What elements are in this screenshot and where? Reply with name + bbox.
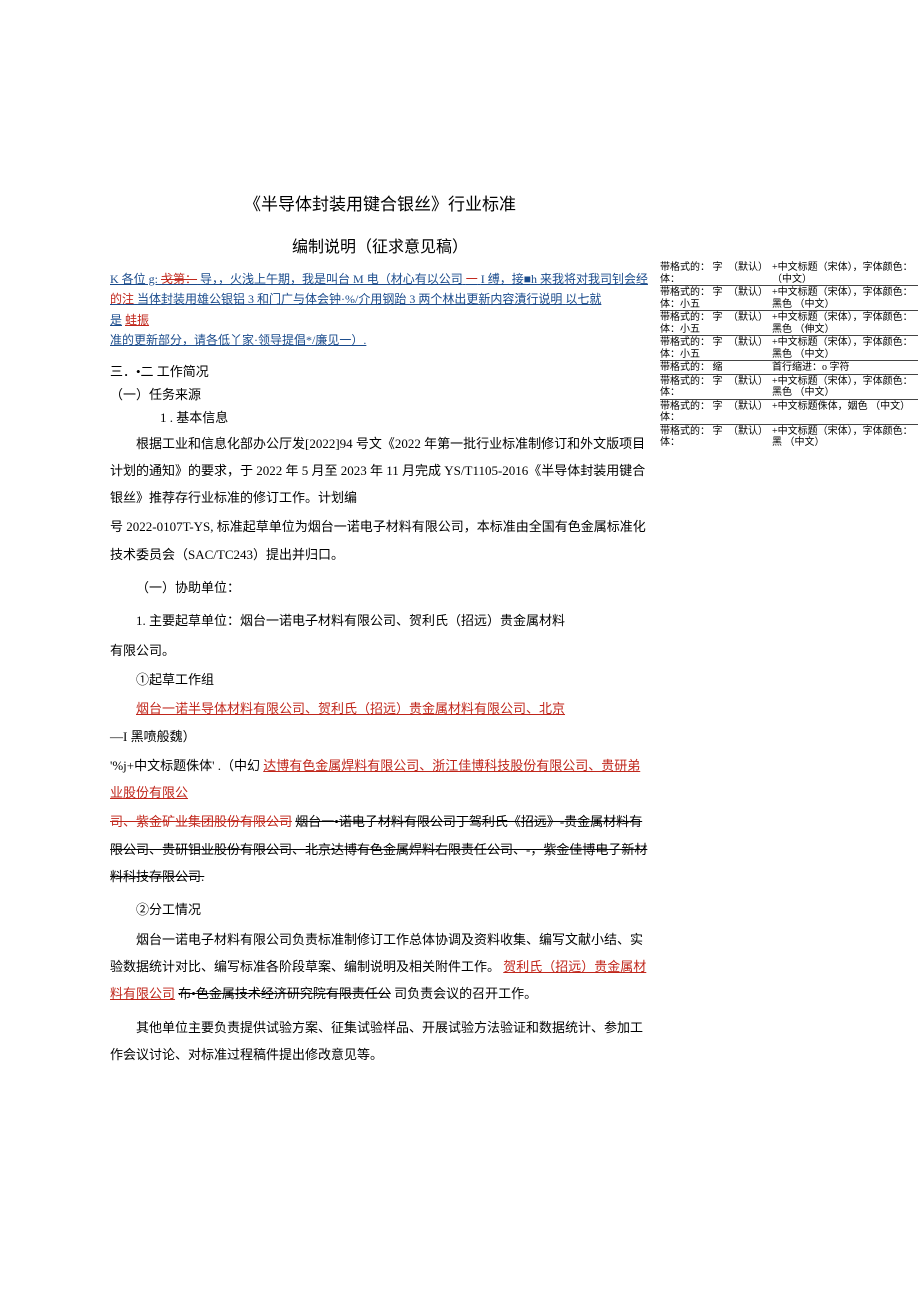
group-tail: —I 黑喷般魏） — [110, 729, 196, 744]
rev-blue: 是 — [110, 313, 122, 327]
comment-row: 带格式的： 字体：小五 （默认） +中文标题（宋体），字体颜色：黑色 （中文） — [660, 335, 918, 360]
comment-label: 带格式的： 字体： — [660, 426, 728, 449]
section-work-overview: 三．•二 工作简况 — [110, 361, 650, 380]
comment-detail: +中文标题（宋体），字体颜色： （中文） — [772, 262, 918, 285]
comment-row: 带格式的： 字体： （默认） +中文标题侏体，姻色 （中文） — [660, 399, 918, 424]
comment-detail: 首行缩进：o 字符 — [772, 362, 918, 374]
group-line-2: '%j+中文标题侏体' .（中幻 达博有色金属焊料有限公司、浙江佳博科技股份有限… — [110, 752, 650, 807]
comment-label: 带格式的： 字体： — [660, 401, 728, 424]
comment-detail: +中文标题（宋体），字体颜色：黑色 （中文） — [772, 337, 918, 360]
rev-line-3: 是 蛙振 — [110, 310, 650, 330]
para-basic-1: 根据工业和信息化部办公厅发[2022]94 号文《2022 年第一批行业标准制修… — [110, 430, 650, 512]
para-basic-2: 号 2022-0107T-YS, 标准起草单位为烟台一诺电子材料有限公司，本标准… — [110, 513, 650, 568]
comment-label: 带格式的： 字体： — [660, 262, 728, 285]
comment-row: 带格式的： 字体： （默认） +中文标题（宋体），字体颜色：黑 （中文） — [660, 424, 918, 449]
para-main-draft-units: 1. 主要起草单位：烟台一诺电子材料有限公司、贺利氏（招远）贵金属材料 — [110, 607, 650, 634]
comment-detail: +中文标题（宋体），字体颜色：黑色 （中文） — [772, 287, 918, 310]
comment-default: （默认） — [728, 337, 772, 360]
sub-task-source: （一）任务来源 — [110, 384, 650, 403]
doc-title-2: 编制说明（征求意见稿） — [110, 233, 650, 257]
comment-default: （默认） — [728, 426, 772, 449]
revision-block: K 各位 g: 戈第： 导，，火浅上午期，我是叫台 M 电（材心有以公司 一 I… — [110, 269, 650, 351]
comment-detail: +中文标题（宋体），字体颜色：黑 （中文） — [772, 426, 918, 449]
comment-label: 带格式的： 字体： — [660, 376, 728, 399]
group-strike-line: 司、紫金矿业集团股份有限公司 烟台一•诺电子材料有限公司丁驾利氏《招远》-贵金属… — [110, 808, 650, 890]
group-line-1: 烟台一诺半导体材料有限公司、贺利氏（招远）贵金属材料有限公司、北京 —I 黑喷般… — [110, 695, 650, 750]
rev-text: 当体封装用雄公银铝 3 和门广与体会钟·%/介用钢跆 3 两个林出更新内容漬行说… — [137, 292, 562, 306]
comment-default: （默认） — [728, 376, 772, 399]
group-pre: '%j+中文标题侏体' .（中幻 — [110, 758, 260, 773]
comment-row: 带格式的： 字体： （默认） +中文标题（宋体），字体颜色：黑色 （中文） — [660, 374, 918, 399]
comment-label: 带格式的： 字体：小五 — [660, 312, 728, 335]
rev-red: 蛙振 — [125, 313, 149, 327]
comment-detail: +中文标题侏体，姻色 （中文） — [772, 401, 918, 424]
comment-default: （默认） — [728, 401, 772, 424]
comment-default: （默认） — [728, 312, 772, 335]
comment-detail: +中文标题（宋体），字体颜色：黑色 （伸文） — [772, 312, 918, 335]
doc-title-1: 《半导体封装用键合银丝》行业标准 — [110, 190, 650, 215]
comment-row: 带格式的： 字体： （默认） +中文标题（宋体），字体颜色： （中文） — [660, 261, 918, 285]
sub-basic-info: 1 . 基本信息 — [110, 407, 650, 426]
rev-line-4: 准的更新部分，请各低丫家·领导提倡*/廉见一）. — [110, 330, 650, 350]
comment-default: （默认） — [728, 287, 772, 310]
para-div-2: 其他单位主要负责提供试验方案、征集试验样品、开展试验方法验证和数据统计、参加工作… — [110, 1014, 650, 1069]
rev-line-2: 的注 当体封装用雄公银铝 3 和门广与体会钟·%/介用钢跆 3 两个林出更新内容… — [110, 289, 650, 309]
rev-trail: 以七就 — [565, 292, 601, 306]
comment-label: 带格式的： 字体：小五 — [660, 337, 728, 360]
comment-row: 带格式的： 缩 首行缩进：o 字符 — [660, 360, 918, 374]
track-change-comments: 带格式的： 字体： （默认） +中文标题（宋体），字体颜色： （中文） 带格式的… — [660, 261, 918, 449]
rev-red: 戈第： — [161, 272, 197, 286]
sub-work-group: ①起草工作组 — [110, 666, 650, 693]
para-div-1-strike: 布•色金属技术经济研究院有限责任公 — [178, 986, 391, 1001]
comment-detail: +中文标题（宋体），字体颜色：黑色 （中文） — [772, 376, 918, 399]
group-red-insert: 烟台一诺半导体材料有限公司、贺利氏（招远）贵金属材料有限公司、北京 — [136, 701, 565, 716]
group-strike-1: 司、紫金矿业集团股份有限公司 — [110, 814, 292, 829]
rev-text: I 缚，接■h 来我将对我司钊会经 — [481, 272, 648, 286]
comment-row: 带格式的： 字体：小五 （默认） +中文标题（宋体），字体颜色：黑色 （伸文） — [660, 310, 918, 335]
para-div-1-tail: 司负责会议的召开工作。 — [394, 986, 537, 1001]
rev-text: K 各位 g: — [110, 272, 158, 286]
comment-label: 带格式的： 字体：小五 — [660, 287, 728, 310]
para-div-1: 烟台一诺电子材料有限公司负责标准制修订工作总体协调及资料收集、编写文献小结、实验… — [110, 926, 650, 1008]
sub-assist-units: （一）协助单位： — [110, 574, 650, 601]
comment-default — [728, 362, 772, 374]
rev-red: 的注 — [110, 292, 134, 306]
comment-row: 带格式的： 字体：小五 （默认） +中文标题（宋体），字体颜色：黑色 （中文） — [660, 285, 918, 310]
comment-default: （默认） — [728, 262, 772, 285]
comment-label: 带格式的： 缩 — [660, 362, 728, 374]
rev-line-1: K 各位 g: 戈第： 导，，火浅上午期，我是叫台 M 电（材心有以公司 一 I… — [110, 269, 650, 289]
para-main-draft-units-2: 有限公司。 — [110, 637, 650, 664]
rev-red: 一 — [466, 272, 478, 286]
rev-text: 导，，火浅上午期，我是叫台 M 电（材心有以公司 — [200, 272, 463, 286]
sub-division: ②分工情况 — [110, 896, 650, 923]
